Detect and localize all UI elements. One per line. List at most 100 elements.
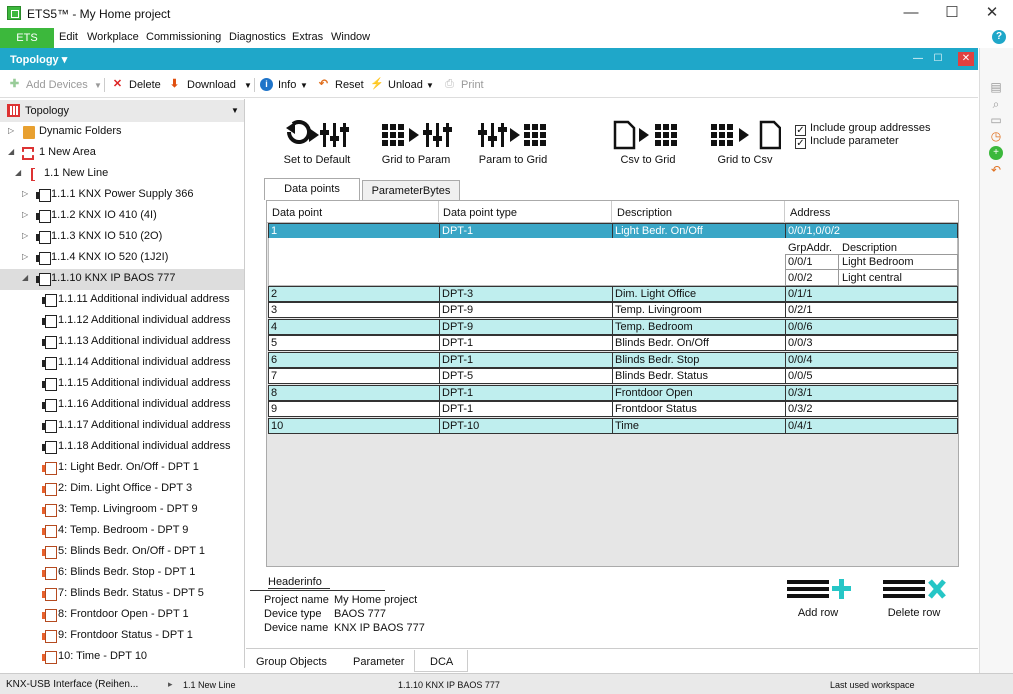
menu-diagnostics[interactable]: Diagnostics xyxy=(229,31,286,43)
cell-address[interactable]: 0/3/2 xyxy=(788,403,812,415)
table-row[interactable]: 7 DPT-5 Blinds Bedr. Status 0/0/5 xyxy=(268,368,958,384)
panel-minimize-icon[interactable]: — xyxy=(910,52,926,66)
cell-description[interactable]: Blinds Bedr. Status xyxy=(615,370,708,382)
menu-commissioning[interactable]: Commissioning xyxy=(146,31,221,43)
panel-title-dropdown[interactable]: Topology ▾ xyxy=(10,53,67,66)
cell-type[interactable]: DPT-5 xyxy=(442,370,473,382)
cell-description[interactable]: Blinds Bedr. On/Off xyxy=(615,337,709,349)
table-row[interactable]: 2 DPT-3 Dim. Light Office 0/1/1 xyxy=(268,286,958,302)
status-workspace[interactable]: Last used workspace xyxy=(830,680,915,690)
info-dropdown-icon[interactable]: ▼ xyxy=(300,81,308,90)
sub-cell-address[interactable]: 0/0/1 xyxy=(788,256,812,268)
cell-description[interactable]: Light Bedr. On/Off xyxy=(615,225,703,237)
tree-item-address[interactable]: 1.1.16 Additional individual address xyxy=(0,395,244,416)
column-header-type[interactable]: Data point type xyxy=(443,207,517,219)
tab-parameter-bytes[interactable]: ParameterBytes xyxy=(362,180,460,200)
tree-item-address[interactable]: 1.1.12 Additional individual address xyxy=(0,311,244,332)
include-group-addresses-checkbox[interactable]: ✓ Include group addresses xyxy=(795,122,930,136)
menu-window[interactable]: Window xyxy=(331,31,370,43)
expand-icon[interactable]: ▷ xyxy=(22,252,28,261)
cell-data-point[interactable]: 7 xyxy=(271,370,277,382)
cell-type[interactable]: DPT-1 xyxy=(442,354,473,366)
unload-button[interactable]: Unload xyxy=(388,79,423,91)
tree-item-group-object[interactable]: 2: Dim. Light Office - DPT 3 xyxy=(0,479,244,500)
close-button[interactable]: ✕ xyxy=(978,3,1006,25)
expand-icon[interactable]: ▷ xyxy=(22,189,28,198)
cell-data-point[interactable]: 2 xyxy=(271,288,277,300)
cell-description[interactable]: Temp. Livingroom xyxy=(615,304,702,316)
table-row[interactable]: 8 DPT-1 Frontdoor Open 0/3/1 xyxy=(268,385,958,401)
panel-close-icon[interactable]: ✕ xyxy=(958,52,974,66)
cell-type[interactable]: DPT-9 xyxy=(442,304,473,316)
tree-item-group-object[interactable]: 9: Frontdoor Status - DPT 1 xyxy=(0,626,244,647)
sub-cell-description[interactable]: Light central xyxy=(842,272,902,284)
set-to-default-button[interactable]: Set to Default xyxy=(281,120,353,166)
undo-icon[interactable]: ↶ xyxy=(989,163,1003,177)
column-header-address[interactable]: Address xyxy=(790,207,830,219)
download-dropdown-icon[interactable]: ▼ xyxy=(244,81,252,90)
add-row-button[interactable]: Add row xyxy=(784,577,852,619)
collapse-icon[interactable]: ◢ xyxy=(8,147,14,156)
cell-type[interactable]: DPT-1 xyxy=(442,403,473,415)
cell-data-point[interactable]: 10 xyxy=(271,420,283,432)
delete-button[interactable]: Delete xyxy=(129,79,161,91)
cell-type[interactable]: DPT-10 xyxy=(442,420,479,432)
tree-item-device[interactable]: ▷ 1.1.3 KNX IO 510 (2O) xyxy=(0,227,244,248)
table-row[interactable]: 9 DPT-1 Frontdoor Status 0/3/2 xyxy=(268,401,958,417)
print-button[interactable]: Print xyxy=(461,79,484,91)
tree-title-dropdown-icon[interactable]: ▼ xyxy=(231,106,239,115)
tree-item-device[interactable]: ▷ 1.1.1 KNX Power Supply 366 xyxy=(0,185,244,206)
param-to-grid-button[interactable]: Param to Grid xyxy=(476,120,550,166)
help-icon[interactable]: ? xyxy=(992,30,1006,44)
tree-item-address[interactable]: 1.1.11 Additional individual address xyxy=(0,290,244,311)
status-interface[interactable]: KNX-USB Interface (Reihen... xyxy=(6,679,138,690)
tree-item-group-object[interactable]: 5: Blinds Bedr. On/Off - DPT 1 xyxy=(0,542,244,563)
tree-item-group-object[interactable]: 6: Blinds Bedr. Stop - DPT 1 xyxy=(0,563,244,584)
checkbox-checked-icon[interactable]: ✓ xyxy=(795,138,806,149)
tree-item-device[interactable]: ▷ 1.1.2 KNX IO 410 (4I) xyxy=(0,206,244,227)
table-row[interactable]: 6 DPT-1 Blinds Bedr. Stop 0/0/4 xyxy=(268,352,958,368)
tree-item-area[interactable]: ◢ 1 New Area xyxy=(0,143,244,164)
minimize-button[interactable]: — xyxy=(897,3,925,25)
expand-icon[interactable]: ▷ xyxy=(8,126,14,135)
cell-data-point[interactable]: 5 xyxy=(271,337,277,349)
add-devices-dropdown-icon[interactable]: ▼ xyxy=(94,81,102,90)
cell-data-point[interactable]: 3 xyxy=(271,304,277,316)
tree-item-group-object[interactable]: 7: Blinds Bedr. Status - DPT 5 xyxy=(0,584,244,605)
table-row[interactable]: 10 DPT-10 Time 0/4/1 xyxy=(268,418,958,434)
maximize-button[interactable]: ☐ xyxy=(938,3,966,25)
cell-data-point[interactable]: 1 xyxy=(271,225,277,237)
tree-item-group-object[interactable]: 8: Frontdoor Open - DPT 1 xyxy=(0,605,244,626)
cell-address[interactable]: 0/0/1,0/0/2 xyxy=(788,225,840,237)
cell-data-point[interactable]: 4 xyxy=(271,321,277,333)
cell-data-point[interactable]: 9 xyxy=(271,403,277,415)
cell-type[interactable]: DPT-1 xyxy=(442,337,473,349)
clipboard-icon[interactable]: ▭ xyxy=(989,113,1003,127)
cell-description[interactable]: Blinds Bedr. Stop xyxy=(615,354,699,366)
menu-extras[interactable]: Extras xyxy=(292,31,323,43)
add-green-icon[interactable]: + xyxy=(989,146,1003,160)
tree-item-dynamic-folders[interactable]: ▷ Dynamic Folders xyxy=(0,122,244,143)
collapse-icon[interactable]: ◢ xyxy=(15,168,21,177)
history-icon[interactable]: ◷ xyxy=(989,129,1003,143)
tree-item-device-selected[interactable]: ◢ 1.1.10 KNX IP BAOS 777 xyxy=(0,269,244,290)
cell-type[interactable]: DPT-3 xyxy=(442,288,473,300)
ets-menu-button[interactable]: ETS xyxy=(0,28,54,48)
cell-type[interactable]: DPT-9 xyxy=(442,321,473,333)
cell-description[interactable]: Dim. Light Office xyxy=(615,288,696,300)
tree-item-device[interactable]: ▷ 1.1.4 KNX IO 520 (1J2I) xyxy=(0,248,244,269)
tree-item-address[interactable]: 1.1.18 Additional individual address xyxy=(0,437,244,458)
info-button[interactable]: Info xyxy=(278,79,296,91)
tree-item-group-object[interactable]: 3: Temp. Livingroom - DPT 9 xyxy=(0,500,244,521)
sub-cell-description[interactable]: Light Bedroom xyxy=(842,256,914,268)
cell-type[interactable]: DPT-1 xyxy=(442,387,473,399)
cell-description[interactable]: Frontdoor Open xyxy=(615,387,693,399)
table-row[interactable]: 3 DPT-9 Temp. Livingroom 0/2/1 xyxy=(268,302,958,318)
unload-dropdown-icon[interactable]: ▼ xyxy=(426,81,434,90)
tab-group-objects[interactable]: Group Objects xyxy=(256,656,327,668)
cell-address[interactable]: 0/0/5 xyxy=(788,370,812,382)
grid-to-param-button[interactable]: Grid to Param xyxy=(380,120,452,166)
tab-dca[interactable]: DCA xyxy=(430,656,453,668)
cell-description[interactable]: Temp. Bedroom xyxy=(615,321,693,333)
cell-address[interactable]: 0/1/1 xyxy=(788,288,812,300)
